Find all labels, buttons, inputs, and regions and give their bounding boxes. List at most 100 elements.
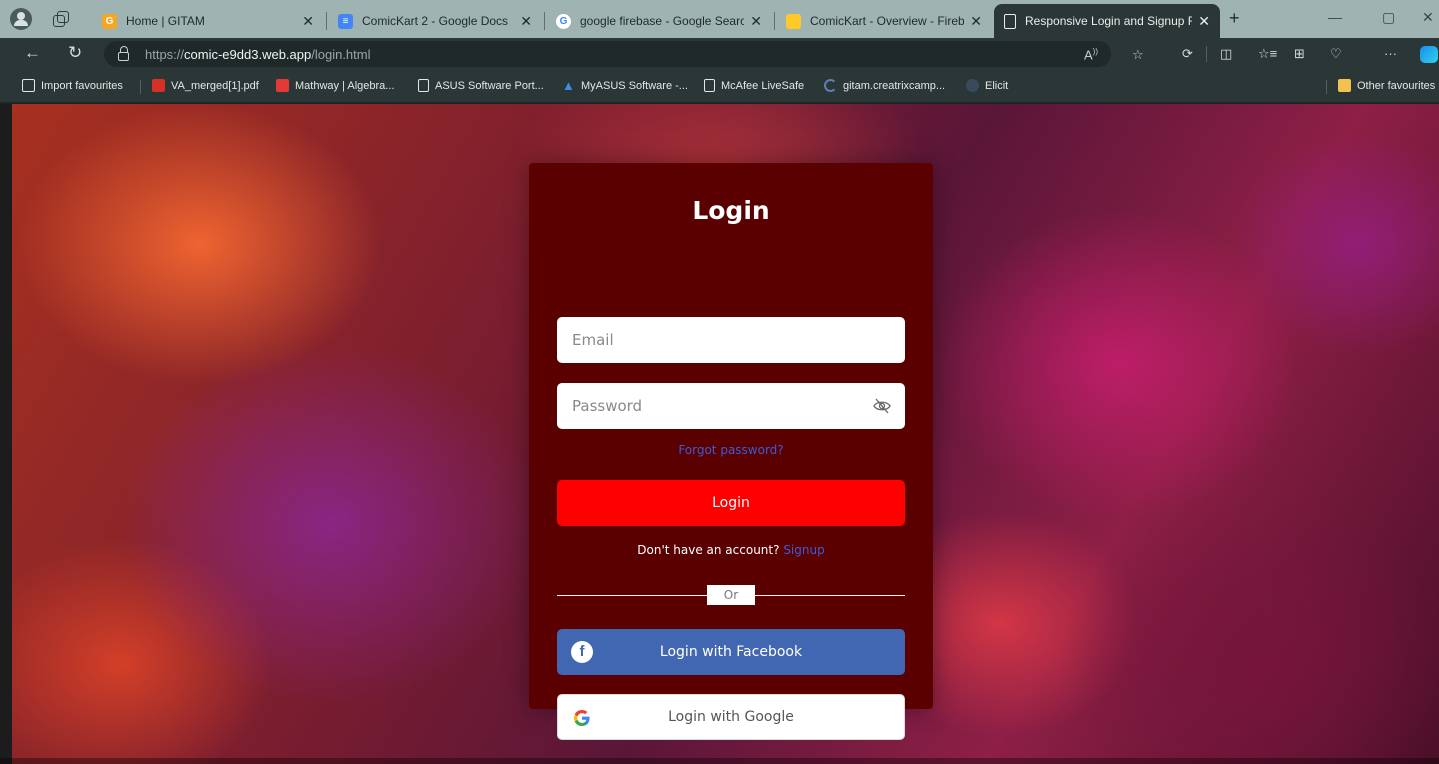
or-label: Or <box>707 585 755 605</box>
tab-firebase[interactable]: ComicKart - Overview - Firebase ✕ <box>776 6 992 36</box>
favourites-separator <box>1326 80 1327 94</box>
favourite-myasus[interactable]: ▲ MyASUS Software -... <box>562 79 688 92</box>
tab-separator <box>544 12 545 30</box>
more-options-icon[interactable]: ··· <box>1384 46 1397 61</box>
profile-icon[interactable] <box>10 8 32 30</box>
login-card: Login Forgot password? Login Don't have … <box>529 163 933 740</box>
password-field[interactable] <box>557 383 905 429</box>
facebook-button-label: Login with Facebook <box>659 644 803 660</box>
favourite-import[interactable]: Import favourites <box>22 79 123 92</box>
import-icon <box>22 79 35 92</box>
tab-google-search[interactable]: G google firebase - Google Search ✕ <box>546 6 772 36</box>
lock-icon[interactable] <box>118 46 129 61</box>
favourite-label: MyASUS Software -... <box>581 79 688 92</box>
new-tab-button[interactable]: + <box>1229 8 1240 29</box>
favourite-asus-portal[interactable]: ASUS Software Port... <box>418 79 544 92</box>
tab-responsive-login[interactable]: Responsive Login and Signup For ✕ <box>994 4 1220 38</box>
maximize-icon[interactable]: ▢ <box>1382 9 1395 26</box>
favourite-label: McAfee LiveSafe <box>721 79 805 92</box>
login-button-label: Login <box>712 495 750 511</box>
page-edge <box>0 758 1439 764</box>
browser-essentials-icon[interactable]: ♡ <box>1330 46 1342 62</box>
extensions-icon[interactable]: ⟳ <box>1182 46 1193 62</box>
url-prefix: https:// <box>145 46 185 62</box>
tab-title: Home | GITAM <box>126 14 205 28</box>
window-close-icon[interactable]: ✕ <box>1422 9 1434 26</box>
workspaces-icon[interactable] <box>53 11 69 27</box>
facebook-icon: f <box>571 641 593 663</box>
google-icon <box>574 710 590 726</box>
browser-toolbar: ← ↻ https://comic-e9dd3.web.app/login.ht… <box>0 38 1439 70</box>
signup-link[interactable]: Signup <box>783 543 824 557</box>
myasus-icon: ▲ <box>562 78 575 93</box>
refresh-icon[interactable]: ↻ <box>68 43 82 63</box>
forgot-password-link[interactable]: Forgot password? <box>529 443 933 457</box>
page-background: Login Forgot password? Login Don't have … <box>0 104 1439 764</box>
email-field[interactable] <box>557 317 905 363</box>
firebase-icon <box>786 13 801 29</box>
elicit-icon <box>966 79 979 92</box>
tab-separator <box>326 12 327 30</box>
tab-title: Responsive Login and Signup For <box>1025 14 1193 28</box>
password-field-container <box>557 383 905 429</box>
tab-title: ComicKart 2 - Google Docs <box>362 14 509 28</box>
address-bar[interactable]: https://comic-e9dd3.web.app/login.html A… <box>104 41 1144 67</box>
favourites-icon[interactable]: ☆≡ <box>1258 46 1277 62</box>
favourite-mathway[interactable]: Mathway | Algebra... <box>276 79 394 92</box>
close-icon[interactable]: ✕ <box>750 13 762 30</box>
collections-icon[interactable]: ⊞ <box>1294 46 1305 62</box>
favourite-label: Other favourites <box>1357 79 1436 92</box>
tab-gitam[interactable]: G Home | GITAM ✕ <box>92 6 324 36</box>
favourites-bar: Import favourites VA_merged[1].pdf Mathw… <box>0 70 1439 103</box>
close-icon[interactable]: ✕ <box>970 13 982 30</box>
no-account-text: Don't have an account? <box>637 543 780 557</box>
close-icon[interactable]: ✕ <box>520 13 532 30</box>
signup-prompt: Don't have an account? Signup <box>529 543 933 557</box>
favourite-mcafee[interactable]: McAfee LiveSafe <box>704 79 804 92</box>
url-host: comic-e9dd3.web.app <box>184 46 312 62</box>
back-arrow-icon[interactable]: ← <box>24 43 41 63</box>
favourite-label: ASUS Software Port... <box>435 79 544 92</box>
login-title: Login <box>692 196 770 225</box>
favourite-label: Mathway | Algebra... <box>295 79 395 92</box>
url-text[interactable]: https://comic-e9dd3.web.app/login.html <box>145 47 370 62</box>
toolbar-separator <box>1206 46 1207 62</box>
google-button-label: Login with Google <box>668 709 794 725</box>
read-aloud-icon[interactable]: A)) <box>1084 47 1098 62</box>
tab-separator <box>774 12 775 30</box>
page-icon <box>704 79 715 92</box>
eye-slash-icon[interactable] <box>873 398 891 414</box>
url-path: /login.html <box>311 46 371 62</box>
split-screen-icon[interactable]: ◫ <box>1220 46 1232 62</box>
page-icon <box>418 79 429 92</box>
favourite-other[interactable]: Other favourites <box>1338 79 1435 92</box>
favourite-label: Import favourites <box>41 79 123 92</box>
email-field-container <box>557 317 905 363</box>
google-docs-icon: ≡ <box>338 13 353 29</box>
favourite-elicit[interactable]: Elicit <box>966 79 1008 92</box>
folder-icon <box>1338 79 1351 92</box>
mathway-icon <box>276 79 289 92</box>
favourite-star-icon[interactable]: ☆ <box>1132 47 1144 63</box>
close-icon[interactable]: ✕ <box>1198 13 1210 30</box>
close-icon[interactable]: ✕ <box>302 13 314 30</box>
copilot-icon[interactable] <box>1420 46 1438 63</box>
favourite-gitam-creatrix[interactable]: gitam.creatrixcamp... <box>824 79 945 92</box>
tab-title: google firebase - Google Search <box>580 14 745 28</box>
login-with-facebook-button[interactable]: f Login with Facebook <box>557 629 905 675</box>
login-with-google-button[interactable]: Login with Google <box>557 694 905 740</box>
page-edge <box>0 104 12 764</box>
loading-icon <box>824 79 837 92</box>
favourites-separator <box>140 80 141 94</box>
google-icon: G <box>556 13 571 29</box>
minimize-icon[interactable]: — <box>1328 9 1342 25</box>
login-button[interactable]: Login <box>557 480 905 526</box>
tab-google-docs[interactable]: ≡ ComicKart 2 - Google Docs ✕ <box>328 6 542 36</box>
favourite-va-merged[interactable]: VA_merged[1].pdf <box>152 79 259 92</box>
favourite-label: gitam.creatrixcamp... <box>843 79 946 92</box>
tab-strip: G Home | GITAM ✕ ≡ ComicKart 2 - Google … <box>0 0 1439 38</box>
page-icon <box>1004 13 1016 29</box>
favourite-label: VA_merged[1].pdf <box>171 79 259 92</box>
pdf-icon <box>152 79 165 92</box>
favourite-label: Elicit <box>985 79 1009 92</box>
